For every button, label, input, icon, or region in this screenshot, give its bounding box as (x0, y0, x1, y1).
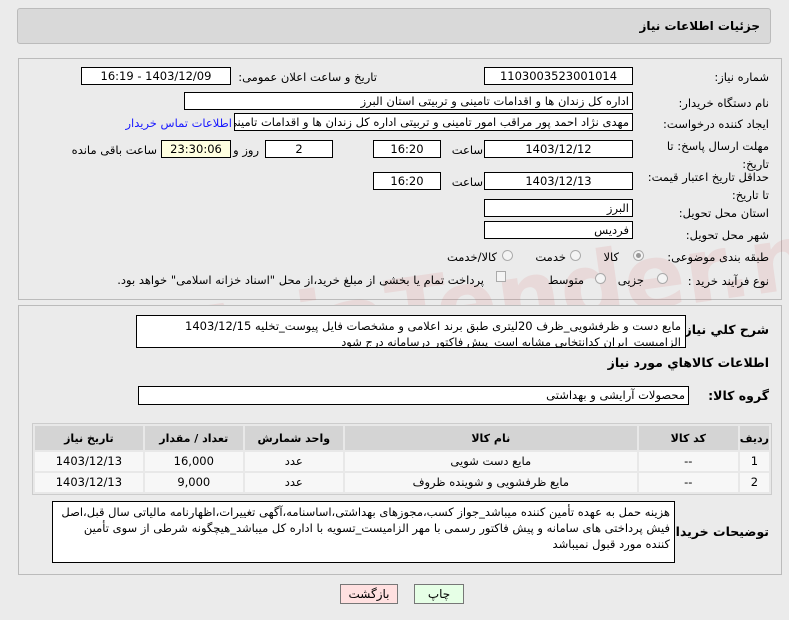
process-label: نوع فرآیند خرید : (687, 274, 769, 288)
validity-date-field: 1403/12/13 (484, 172, 633, 190)
table-row: 1 -- مایع دست شویی عدد 16,000 1403/12/13 (35, 452, 769, 471)
cell-date: 1403/12/13 (35, 452, 143, 471)
category-radio-goods[interactable] (633, 250, 644, 261)
cell-name: مایع ظرفشویی و شوینده ظروف (344, 473, 637, 492)
cell-unit: عدد (244, 452, 343, 471)
category-option-goods: کالا (603, 250, 619, 264)
city-field: فردیس (484, 221, 633, 239)
buyer-org-label: نام دستگاه خریدار: (678, 96, 769, 110)
province-label: استان محل تحویل: (678, 206, 769, 220)
table-row: 2 -- مایع ظرفشویی و شوینده ظروف عدد 9,00… (35, 473, 769, 492)
cell-row: 1 (739, 452, 769, 471)
need-number-field: 1103003523001014 (484, 67, 633, 85)
summary-field[interactable]: مایع دست و ظرفشویی_ظرف 20لیتری طبق برند … (136, 315, 686, 348)
announce-label: تاریخ و ساعت اعلان عمومی: (238, 70, 377, 84)
col-code: کد کالا (638, 426, 738, 450)
notes-field[interactable]: هزینه حمل به عهده تأمین کننده میباشد_جوا… (52, 501, 675, 563)
group-field: محصولات آرایشی و بهداشتی (138, 386, 689, 405)
creator-label: ایجاد کننده درخواست: (663, 117, 769, 131)
col-qty: تعداد / مقدار (144, 426, 243, 450)
cell-unit: عدد (244, 473, 343, 492)
deadline-date-field: 1403/12/12 (484, 140, 633, 158)
cell-qty: 9,000 (144, 473, 243, 492)
province-field: البرز (484, 199, 633, 217)
category-radio-service[interactable] (570, 250, 581, 261)
remaining-time-field: 23:30:06 (161, 140, 231, 158)
category-option-service: خدمت (535, 250, 566, 264)
col-name: نام کالا (344, 426, 637, 450)
announce-field: 1403/12/09 - 16:19 (81, 67, 231, 85)
table-header-row: ردیف کد کالا نام کالا واحد شمارش تعداد /… (35, 426, 769, 450)
process-radio-minor[interactable] (657, 273, 668, 284)
category-option-both: کالا/خدمت (446, 250, 497, 264)
days-label: روز و (233, 143, 259, 157)
creator-field: مهدی نژاد احمد پور مراقب امور تامینی و ت… (234, 113, 633, 131)
print-button[interactable]: چاپ (414, 584, 464, 604)
days-field: 2 (265, 140, 333, 158)
group-label: گروه کالا: (708, 388, 769, 403)
cell-code: -- (638, 473, 738, 492)
need-number-label: شماره نیاز: (714, 70, 769, 84)
summary-label: شرح کلي نياز: (679, 322, 769, 337)
process-option-medium: متوسط (547, 273, 584, 287)
payment-note: پرداخت تمام یا بخشی از مبلغ خرید،از محل … (117, 273, 484, 287)
buyer-org-field: اداره کل زندان ها و اقدامات تامینی و ترب… (184, 92, 633, 110)
deadline-time-field: 16:20 (373, 140, 441, 158)
time-label-2: ساعت (451, 175, 483, 189)
col-date: تاریخ نیاز (35, 426, 143, 450)
remaining-label: ساعت باقی مانده (71, 143, 157, 157)
cell-row: 2 (739, 473, 769, 492)
page-header: جزئیات اطلاعات نیاز (17, 8, 771, 44)
goods-heading: اطلاعات کالاهاي مورد نياز (607, 355, 769, 370)
col-row: ردیف (739, 426, 769, 450)
col-unit: واحد شمارش (244, 426, 343, 450)
buyer-contact-link[interactable]: اطلاعات تماس خریدار (125, 116, 232, 130)
back-button[interactable]: بازگشت (340, 584, 398, 604)
cell-qty: 16,000 (144, 452, 243, 471)
cell-date: 1403/12/13 (35, 473, 143, 492)
time-label: ساعت (451, 143, 483, 157)
category-label: طبقه بندی موضوعی: (667, 250, 769, 264)
validity-label: حداقل تاریخ اعتبار قیمت: تا تاریخ: (647, 170, 769, 202)
treasury-payment-checkbox[interactable] (496, 271, 506, 282)
process-radio-medium[interactable] (595, 273, 606, 284)
category-radio-both[interactable] (502, 250, 513, 261)
cell-name: مایع دست شویی (344, 452, 637, 471)
cell-code: -- (638, 452, 738, 471)
city-label: شهر محل تحویل: (685, 228, 769, 242)
page-title: جزئیات اطلاعات نیاز (639, 19, 760, 33)
process-option-minor: جزیی (617, 273, 644, 287)
validity-time-field: 16:20 (373, 172, 441, 190)
goods-table: ردیف کد کالا نام کالا واحد شمارش تعداد /… (32, 423, 772, 495)
notes-label: توضیحات خریدار: (663, 524, 769, 539)
